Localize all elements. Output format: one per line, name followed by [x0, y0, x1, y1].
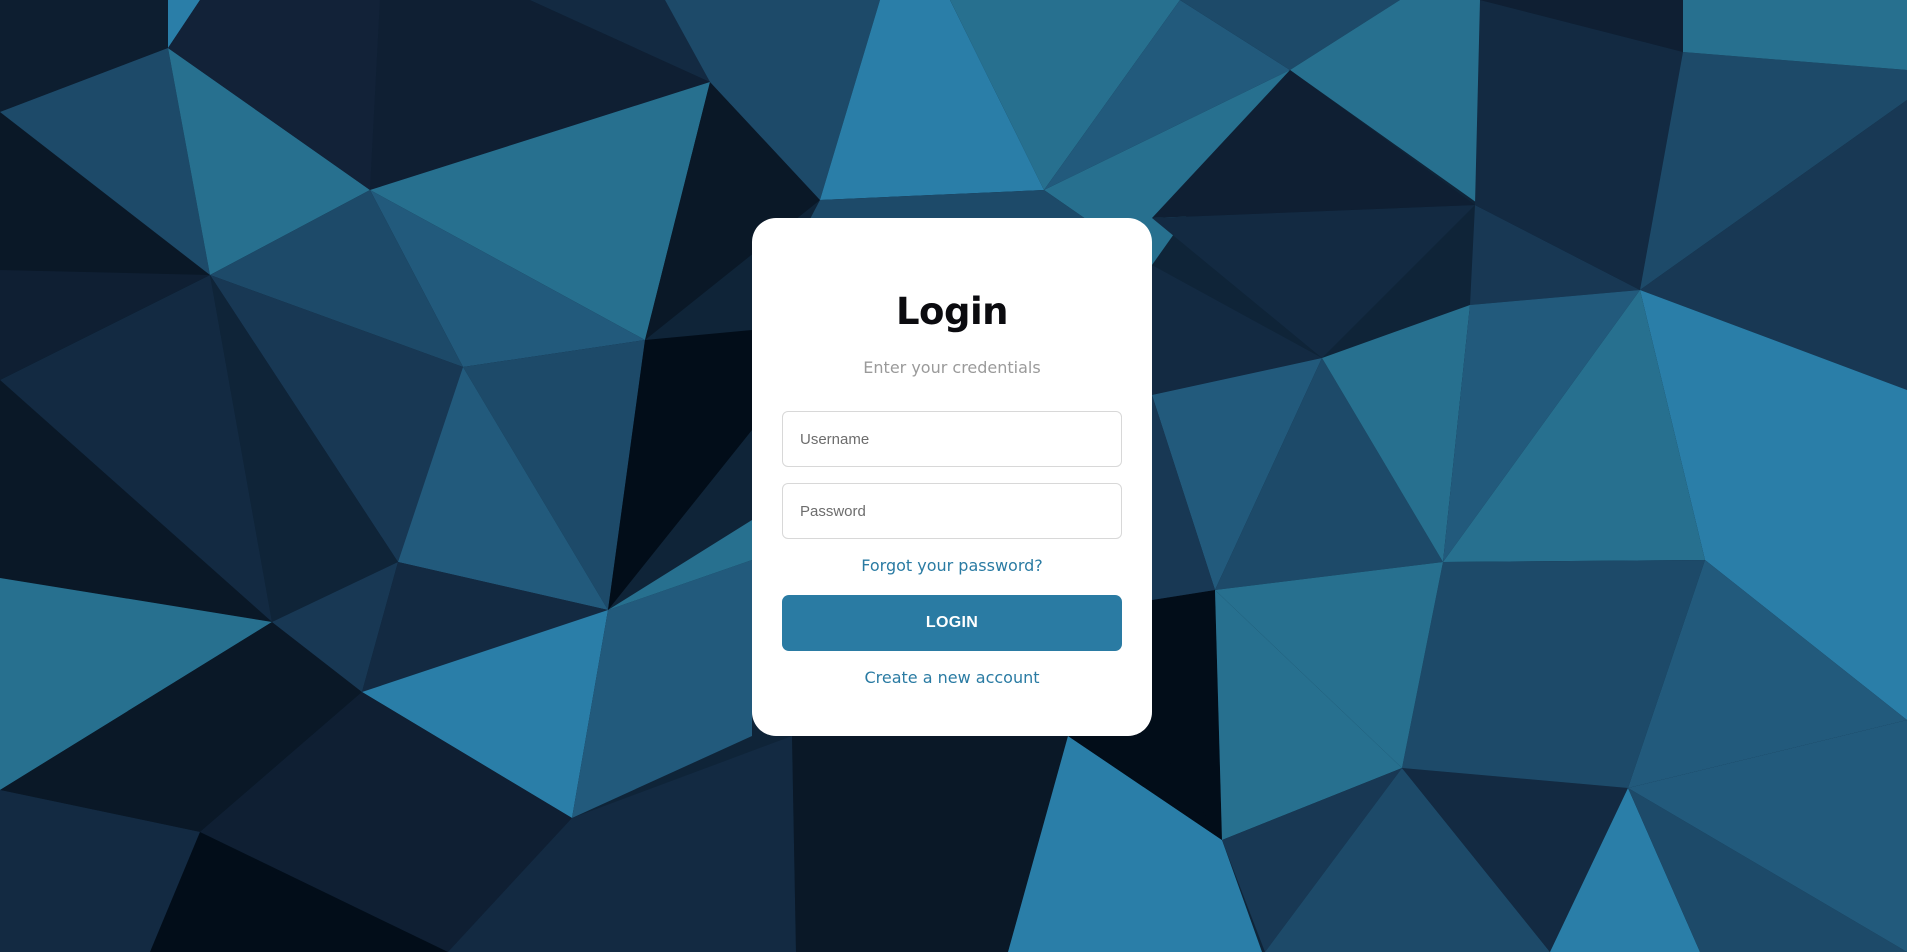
- login-card: Login Enter your credentials Forgot your…: [752, 218, 1152, 736]
- password-input[interactable]: [782, 483, 1122, 539]
- create-account-link[interactable]: Create a new account: [752, 668, 1152, 687]
- username-input[interactable]: [782, 411, 1122, 467]
- forgot-password-link[interactable]: Forgot your password?: [752, 556, 1152, 575]
- login-title: Login: [895, 290, 1009, 333]
- login-button[interactable]: LOGIN: [782, 595, 1122, 651]
- login-subtitle: Enter your credentials: [863, 358, 1041, 377]
